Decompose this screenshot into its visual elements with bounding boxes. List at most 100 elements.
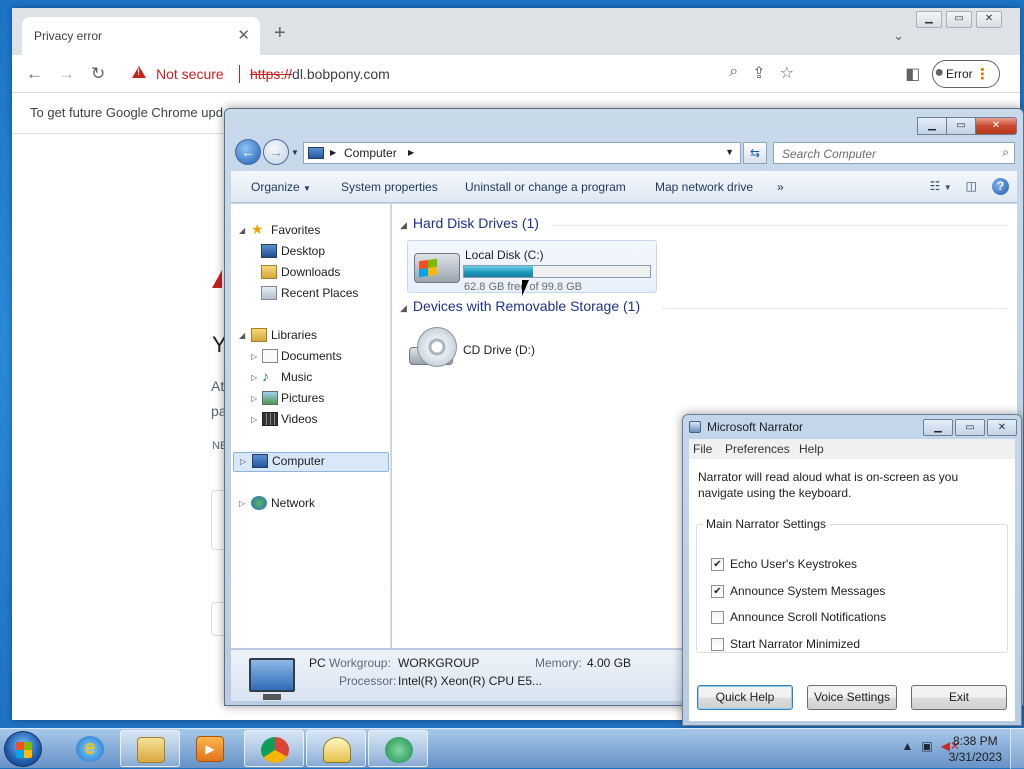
- taskbar-windows-explorer[interactable]: [120, 730, 180, 767]
- checkbox[interactable]: ✔: [711, 558, 724, 571]
- quick-help-button[interactable]: Quick Help: [697, 685, 793, 710]
- checkbox[interactable]: ✔: [711, 585, 724, 598]
- address-bar[interactable]: Not secure https://dl.bobpony.com ⌕ ⇪ ☆: [122, 60, 794, 88]
- tab-close-icon[interactable]: ✕: [237, 26, 250, 44]
- chrome-minimize-button[interactable]: ▁: [916, 11, 942, 28]
- zoom-search-icon[interactable]: ⌕: [729, 63, 738, 83]
- show-desktop-button[interactable]: [1010, 729, 1024, 769]
- group-removable-storage[interactable]: ◢ Devices with Removable Storage (1): [400, 298, 640, 314]
- bookmark-star-icon[interactable]: ☆: [780, 63, 794, 83]
- url-text[interactable]: https://dl.bobpony.com: [250, 66, 390, 82]
- forward-arrow-icon[interactable]: →: [263, 139, 289, 165]
- music-icon: ♪: [262, 368, 269, 384]
- map-network-drive-button[interactable]: Map network drive: [655, 180, 753, 194]
- taskbar-narrator[interactable]: [306, 730, 366, 767]
- search-box[interactable]: Search Computer ⌕: [773, 142, 1015, 164]
- organize-chevron-icon: ▼: [303, 184, 311, 193]
- expand-arrow-icon[interactable]: ◢: [239, 226, 245, 235]
- cd-drive-d[interactable]: CD Drive (D:): [407, 327, 557, 377]
- exit-button[interactable]: Exit: [911, 685, 1007, 710]
- change-view-icon[interactable]: ☷ ▼: [930, 179, 952, 193]
- narrator-close-button[interactable]: ✕: [987, 419, 1017, 436]
- tab-privacy-error[interactable]: Privacy error ✕: [22, 17, 260, 55]
- uninstall-program-button[interactable]: Uninstall or change a program: [465, 180, 626, 194]
- search-placeholder: Search Computer: [782, 147, 877, 161]
- nav-videos[interactable]: ▷ Videos: [231, 411, 389, 431]
- collapse-arrow-icon[interactable]: ▷: [240, 457, 246, 466]
- taskbar-chrome[interactable]: [244, 730, 304, 767]
- desktop-icon: [261, 244, 277, 258]
- url-host: dl.bobpony.com: [292, 66, 390, 82]
- nav-computer[interactable]: ▷ Computer: [233, 452, 389, 472]
- nav-libraries[interactable]: ◢ Libraries: [231, 327, 389, 347]
- page-button-fragment[interactable]: [211, 602, 225, 636]
- folder-icon: [137, 737, 165, 763]
- explorer-close-button[interactable]: ✕: [975, 117, 1017, 135]
- not-secure-label[interactable]: Not secure: [156, 66, 224, 82]
- explorer-maximize-button[interactable]: ▭: [946, 117, 976, 135]
- new-tab-button[interactable]: +: [274, 22, 286, 45]
- preview-pane-icon[interactable]: ◫: [966, 179, 977, 193]
- expand-arrow-icon[interactable]: ◢: [239, 331, 245, 340]
- refresh-button[interactable]: ⇆: [743, 142, 767, 164]
- system-properties-button[interactable]: System properties: [341, 180, 438, 194]
- collapse-arrow-icon[interactable]: ▷: [251, 352, 257, 361]
- breadcrumb-chevron-icon[interactable]: ▶: [330, 148, 336, 157]
- search-icon[interactable]: ⌕: [1002, 145, 1009, 160]
- clock-date: 3/31/2023: [948, 750, 1002, 764]
- group-hard-disk-drives[interactable]: ◢ Hard Disk Drives (1): [400, 215, 539, 231]
- nav-pictures[interactable]: ▷ Pictures: [231, 390, 389, 410]
- chrome-maximize-button[interactable]: ▭: [946, 11, 972, 28]
- checkbox[interactable]: [711, 611, 724, 624]
- address-dropdown-icon[interactable]: ▼: [725, 147, 734, 157]
- taskbar-media-player[interactable]: ▶: [180, 730, 240, 767]
- group-collapse-icon[interactable]: ◢: [400, 220, 407, 230]
- clock[interactable]: 8:38 PM 3/31/2023: [949, 733, 1002, 765]
- menu-help[interactable]: Help: [799, 442, 824, 456]
- back-arrow-icon[interactable]: ←: [235, 139, 261, 165]
- share-icon[interactable]: ⇪: [752, 63, 765, 83]
- mouse-cursor-icon: [522, 280, 529, 296]
- menu-preferences[interactable]: Preferences: [725, 442, 790, 456]
- nav-downloads[interactable]: Downloads: [231, 264, 389, 284]
- collapse-arrow-icon[interactable]: ▷: [251, 394, 257, 403]
- group-collapse-icon[interactable]: ◢: [400, 303, 407, 313]
- nav-documents[interactable]: ▷ Documents: [231, 348, 389, 368]
- error-button[interactable]: Error ⋮: [932, 60, 1000, 88]
- narrator-minimize-button[interactable]: ▁: [923, 419, 953, 436]
- address-bar[interactable]: ▶ Computer ▶ ▼: [303, 142, 741, 164]
- start-button[interactable]: [4, 731, 42, 767]
- back-icon[interactable]: ←: [26, 64, 43, 84]
- collapse-arrow-icon[interactable]: ▷: [251, 415, 257, 424]
- collapse-arrow-icon[interactable]: ▷: [251, 373, 257, 382]
- nav-music[interactable]: ▷ ♪ Music: [231, 368, 389, 389]
- network-tray-icon[interactable]: ▣: [921, 739, 932, 753]
- explorer-minimize-button[interactable]: ▁: [917, 117, 947, 135]
- tab-search-chevron-icon[interactable]: ⌄: [893, 28, 904, 44]
- show-hidden-icons-icon[interactable]: ▲: [901, 739, 913, 753]
- nav-desktop[interactable]: Desktop: [231, 243, 389, 263]
- forward-icon[interactable]: →: [58, 64, 75, 84]
- organize-button[interactable]: Organize ▼: [251, 180, 311, 194]
- collapse-arrow-icon[interactable]: ▷: [239, 499, 245, 508]
- nav-favorites[interactable]: ◢ ★ Favorites: [231, 221, 389, 242]
- recent-pages-chevron-icon[interactable]: ▼: [291, 148, 299, 157]
- taskbar-internet-explorer[interactable]: e: [60, 730, 120, 767]
- taskbar-download-manager[interactable]: [368, 730, 428, 767]
- side-panel-icon[interactable]: ◧: [905, 64, 920, 84]
- help-icon[interactable]: ?: [992, 178, 1009, 195]
- narrator-maximize-button[interactable]: ▭: [955, 419, 985, 436]
- nav-network[interactable]: ▷ Network: [231, 495, 389, 515]
- voice-settings-button[interactable]: Voice Settings: [807, 685, 897, 710]
- chrome-close-button[interactable]: ✕: [976, 11, 1002, 28]
- checkbox[interactable]: [711, 638, 724, 651]
- nav-label: Music: [281, 370, 313, 384]
- breadcrumb-computer[interactable]: Computer: [344, 146, 397, 160]
- group-divider: [552, 225, 1007, 226]
- breadcrumb-chevron-icon-2[interactable]: ▶: [408, 148, 414, 157]
- local-disk-c[interactable]: Local Disk (C:) 62.8 GB free of 99.8 GB: [407, 240, 657, 293]
- reload-icon[interactable]: ↻: [91, 64, 105, 84]
- menu-file[interactable]: File: [693, 442, 712, 456]
- nav-recent-places[interactable]: Recent Places: [231, 285, 389, 305]
- more-commands-button[interactable]: »: [777, 180, 784, 194]
